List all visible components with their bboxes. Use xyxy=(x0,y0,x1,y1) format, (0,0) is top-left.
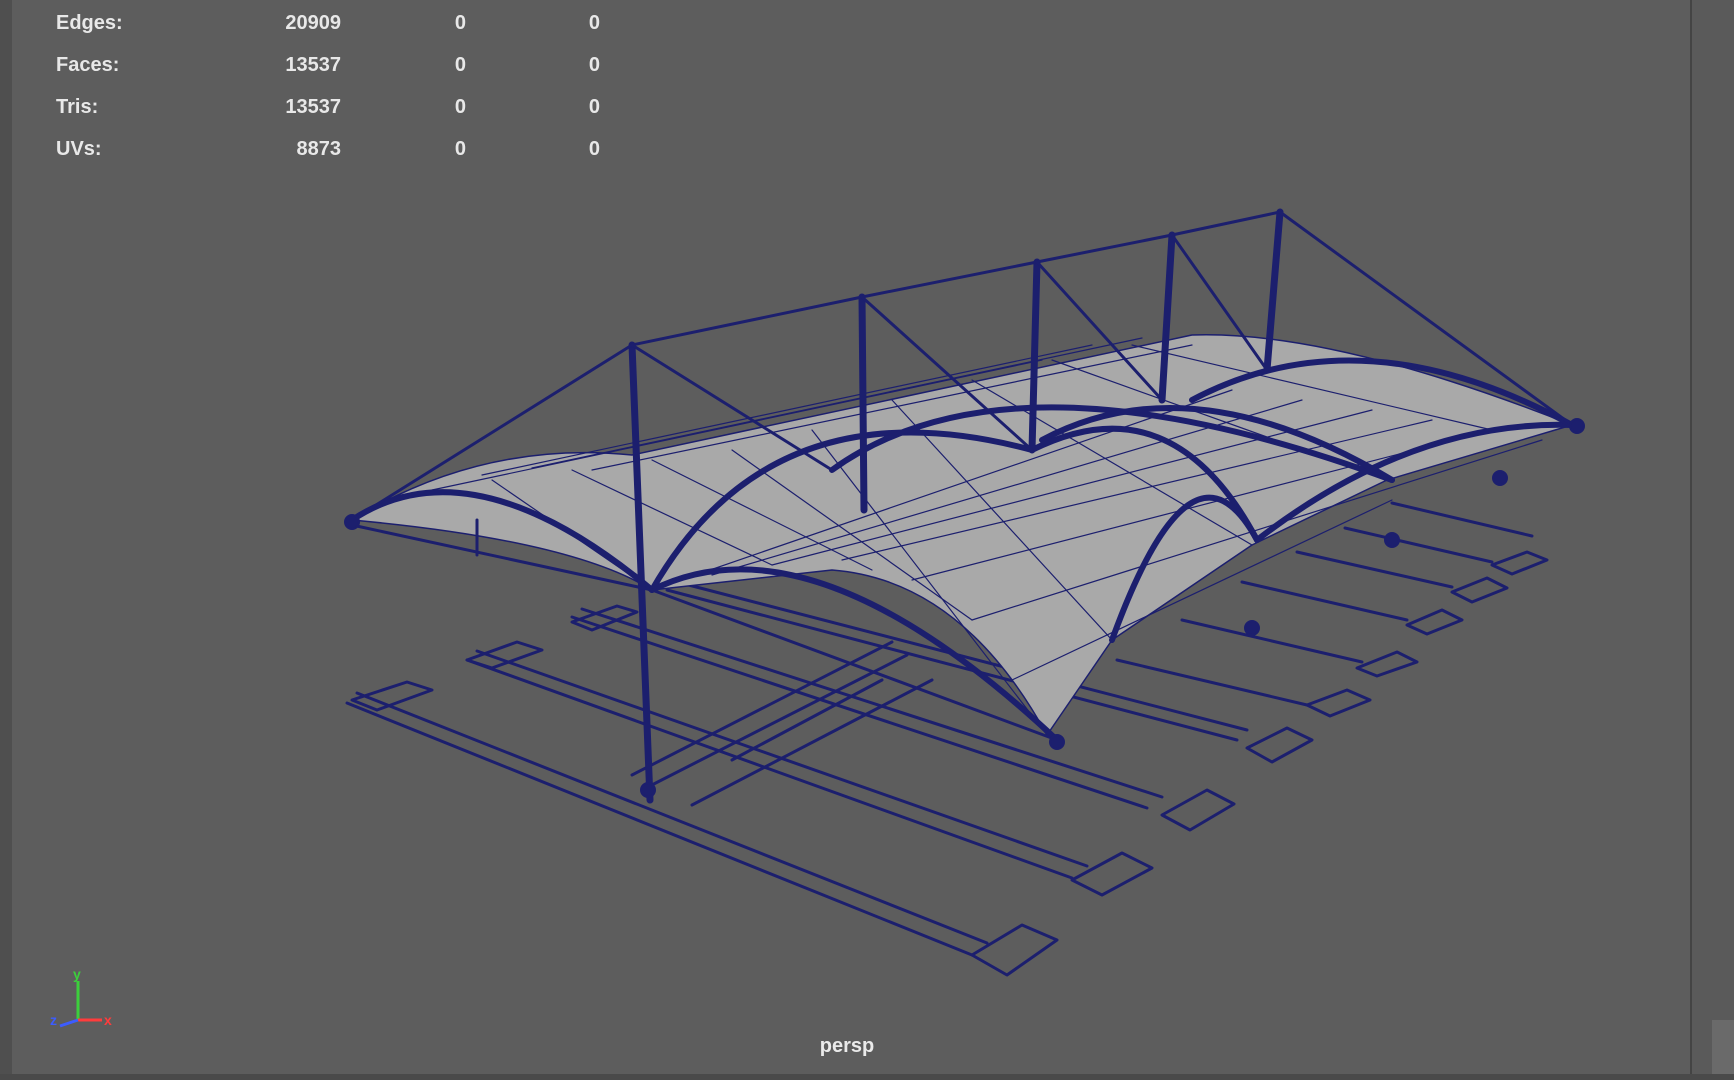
stat-value: 0 xyxy=(454,54,466,76)
stat-label: UVs: xyxy=(56,138,102,160)
stat-value: 20909 xyxy=(285,12,341,34)
stat-row-tris: Tris: 13537 0 0 xyxy=(56,94,600,136)
stat-label: Faces: xyxy=(56,54,120,76)
panel-scroll-handle[interactable] xyxy=(1712,1020,1734,1080)
x-axis-label: x xyxy=(104,1012,112,1028)
stat-value: 0 xyxy=(454,96,466,118)
perspective-viewport[interactable]: Edges: 20909 0 0 Faces: 13537 0 0 Tris: … xyxy=(12,0,1690,1074)
camera-name-label: persp xyxy=(819,1035,875,1057)
stat-row-edges: Edges: 20909 0 0 xyxy=(56,10,600,52)
z-axis-line xyxy=(59,1018,79,1028)
maya-viewport-window: Edges: 20909 0 0 Faces: 13537 0 0 Tris: … xyxy=(0,0,1734,1080)
stat-value: 0 xyxy=(454,138,466,160)
stat-value: 0 xyxy=(588,96,600,118)
stat-row-faces: Faces: 13537 0 0 xyxy=(56,52,600,94)
y-axis-label: y xyxy=(73,966,81,982)
poly-count-hud: Edges: 20909 0 0 Faces: 13537 0 0 Tris: … xyxy=(56,10,600,178)
view-axis-gizmo-icon: y x z xyxy=(50,966,112,1028)
stat-value: 13537 xyxy=(285,54,341,76)
stat-row-uvs: UVs: 8873 0 0 xyxy=(56,136,600,178)
viewport-bottom-border xyxy=(0,1074,1734,1080)
stat-label: Edges: xyxy=(56,12,123,34)
viewport-right-panel-edge xyxy=(1690,0,1734,1080)
stat-value: 0 xyxy=(454,12,466,34)
stat-value: 8873 xyxy=(296,138,342,160)
stat-value: 0 xyxy=(588,54,600,76)
stat-label: Tris: xyxy=(56,96,99,118)
stat-value: 0 xyxy=(588,138,600,160)
stat-value: 0 xyxy=(588,12,600,34)
z-axis-label: z xyxy=(50,1012,57,1028)
stat-value: 13537 xyxy=(285,96,341,118)
